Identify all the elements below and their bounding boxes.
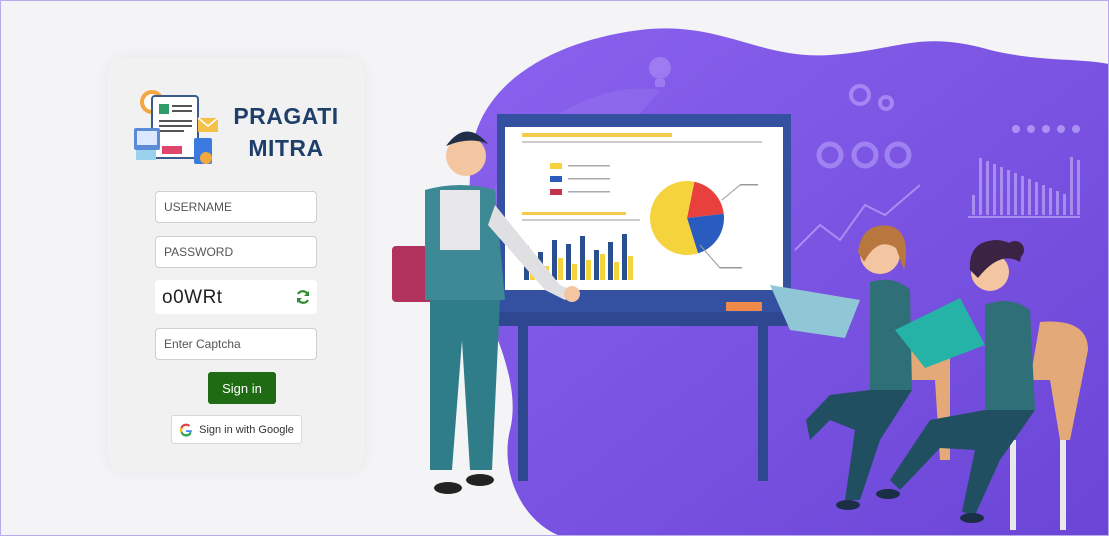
login-card: PRAGATI MITRA o0WRt Sign in <box>108 58 364 472</box>
background-bar <box>972 195 975 215</box>
board-bar <box>586 260 591 280</box>
brand-line-2: MITRA <box>248 135 324 161</box>
board-bar <box>608 242 613 280</box>
background-bar <box>1007 170 1010 215</box>
background-bar <box>1070 157 1073 215</box>
board-pie-chart <box>649 181 724 255</box>
board-bar <box>628 256 633 280</box>
background-bar <box>1028 179 1031 215</box>
background-bar <box>979 158 982 215</box>
background-bar <box>986 161 989 215</box>
background-bar-axis <box>968 216 1080 218</box>
google-icon <box>180 423 193 437</box>
board-bar <box>566 244 571 280</box>
background-bar <box>1056 191 1059 215</box>
background-bar <box>1049 188 1052 215</box>
document-logo-icon <box>132 88 224 176</box>
background-bar <box>993 164 996 215</box>
login-page: PRAGATI MITRA o0WRt Sign in <box>0 0 1109 536</box>
captcha-display: o0WRt <box>155 280 317 314</box>
captcha-code: o0WRt <box>162 287 223 308</box>
captcha-input[interactable] <box>155 328 317 360</box>
google-signin-label: Sign in with Google <box>199 423 294 436</box>
background-bar <box>1021 176 1024 215</box>
username-input[interactable] <box>155 191 317 223</box>
background-bar <box>1077 160 1080 215</box>
board-bar <box>614 262 619 280</box>
background-bar <box>1042 185 1045 215</box>
brand-name: PRAGATI MITRA <box>230 100 342 164</box>
board-bar <box>594 250 599 280</box>
password-input[interactable] <box>155 236 317 268</box>
board-bar <box>622 234 627 280</box>
background-bar <box>1000 167 1003 215</box>
refresh-icon[interactable] <box>295 289 311 305</box>
board-bar <box>580 236 585 280</box>
board-bar <box>572 264 577 280</box>
brand-line-1: PRAGATI <box>233 103 339 129</box>
board-bar <box>558 258 563 280</box>
background-bar <box>1063 194 1066 215</box>
board-bar <box>600 254 605 280</box>
google-signin-button[interactable]: Sign in with Google <box>171 415 302 444</box>
board-bar <box>552 240 557 280</box>
background-bar <box>1014 173 1017 215</box>
background-bar <box>1035 182 1038 215</box>
signin-button[interactable]: Sign in <box>208 372 276 404</box>
